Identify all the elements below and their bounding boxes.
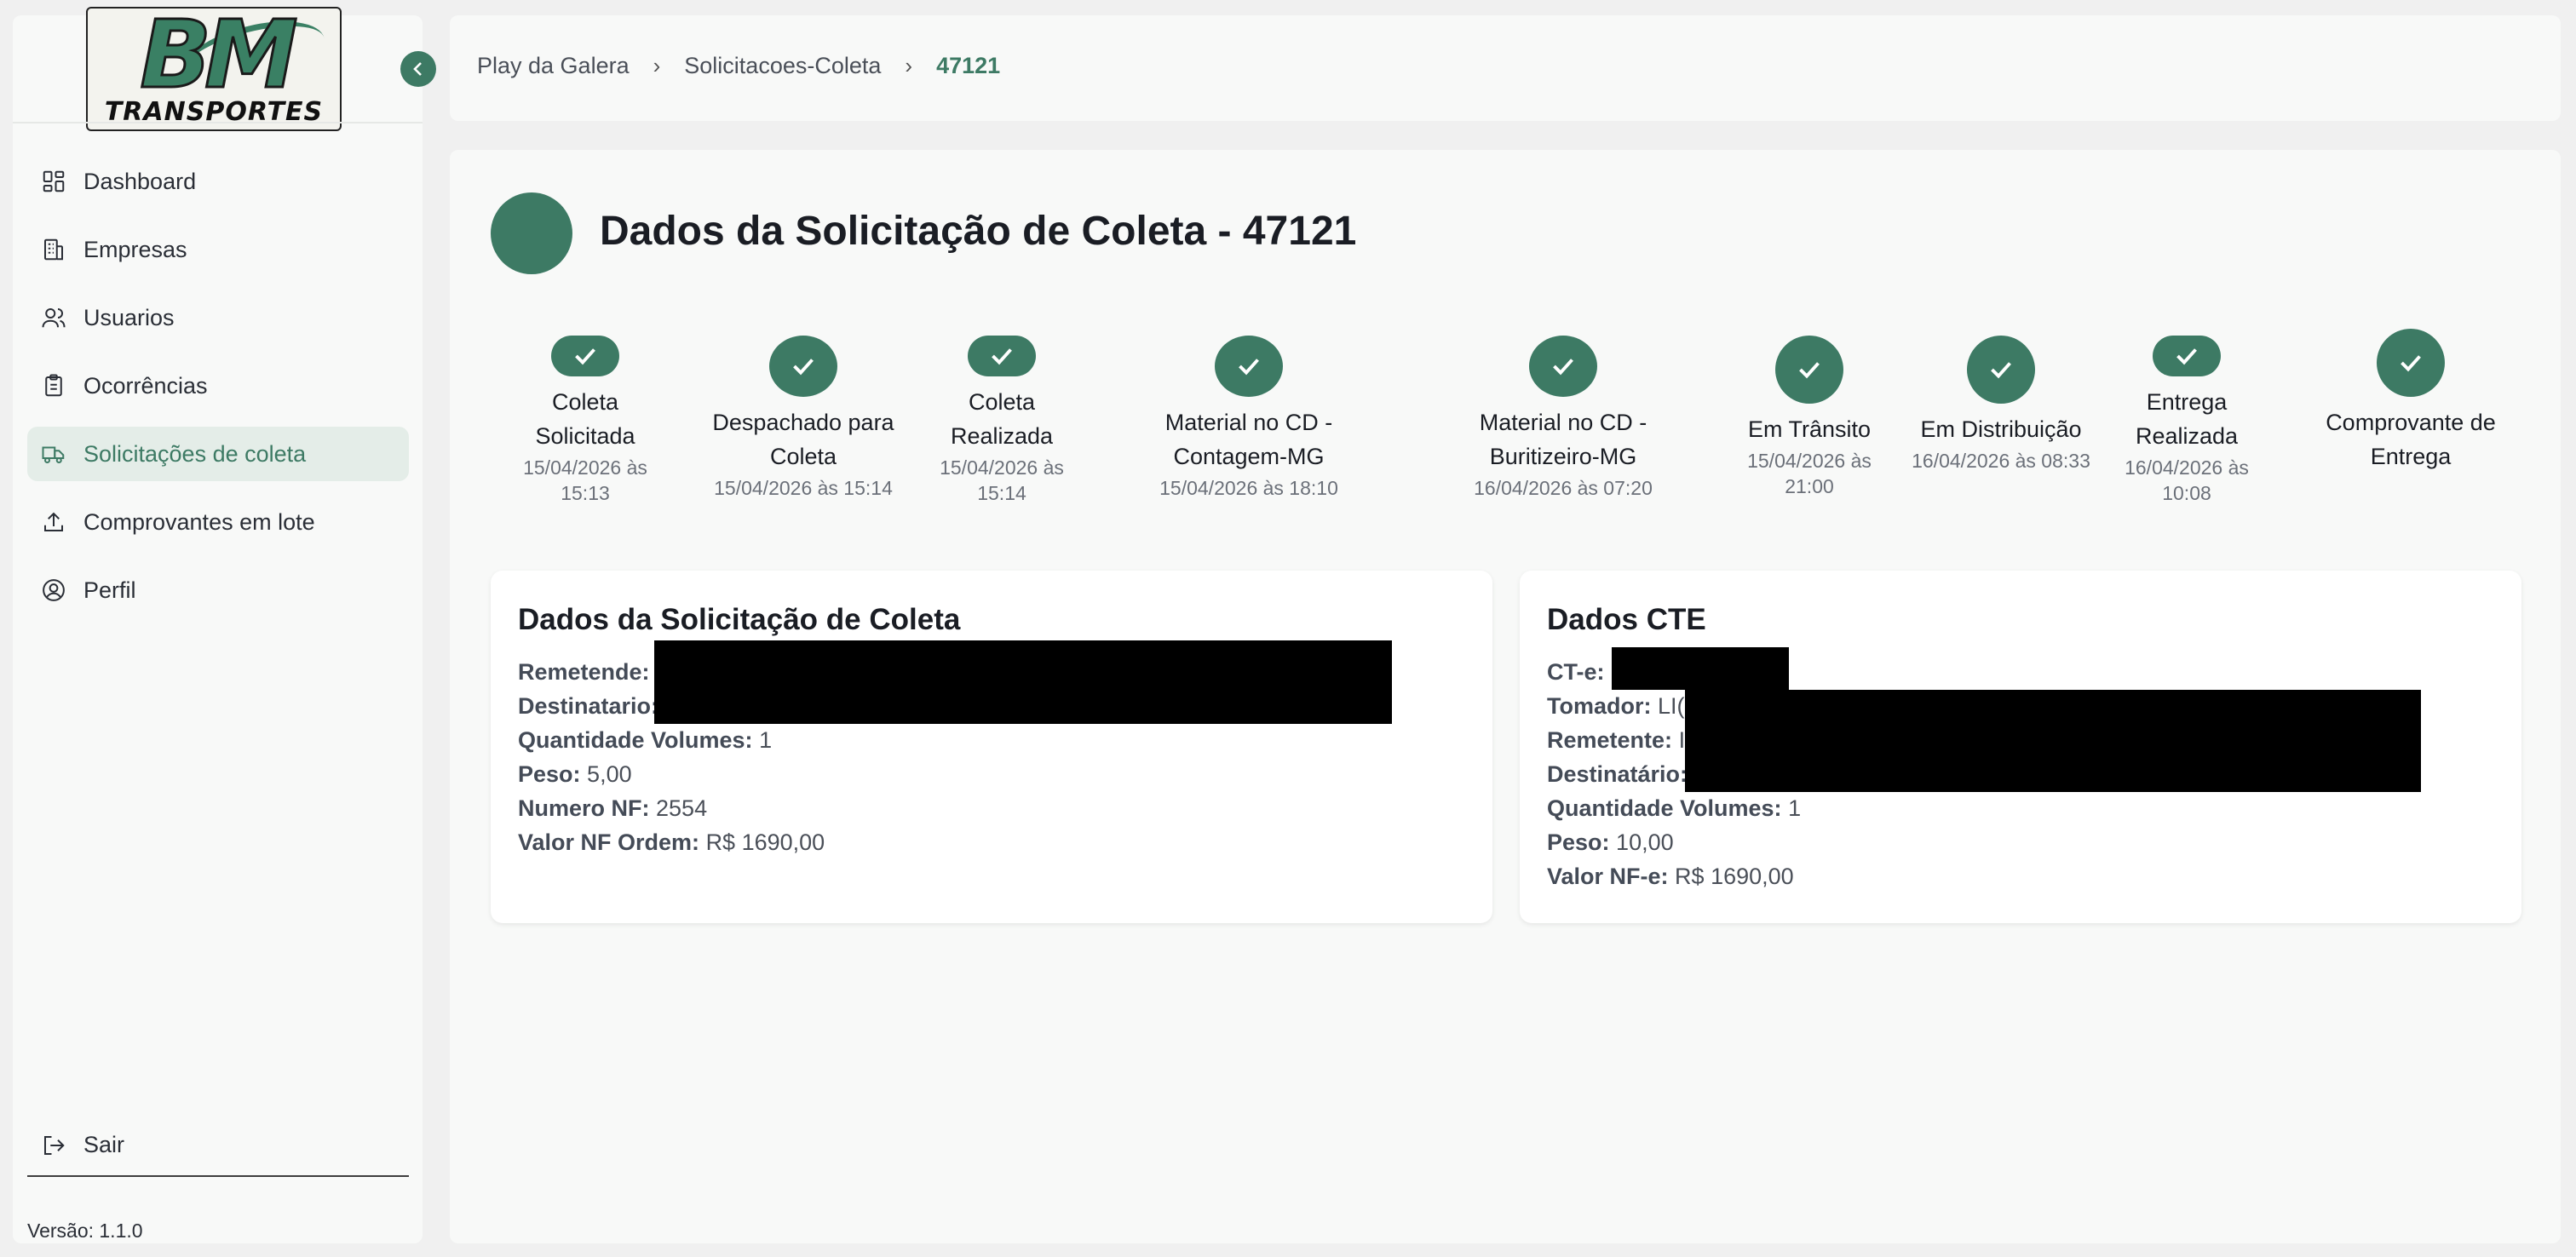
logout-label: Sair <box>83 1132 125 1157</box>
sidebar-divider <box>13 122 423 123</box>
collapse-sidebar-button[interactable] <box>400 51 436 87</box>
timeline-step-despachado: Despachado para Coleta 15/04/2026 às 15:… <box>697 336 910 501</box>
field-peso: Peso: 10,00 <box>1547 829 1674 855</box>
sidebar-item-label: Comprovantes em lote <box>83 508 315 535</box>
timeline-step-label: Comprovante de Entrega <box>2326 410 2496 469</box>
user-circle-icon <box>41 577 66 603</box>
timeline-step-date: 15/04/2026 às 15:14 <box>940 456 1064 504</box>
sidebar-item-empresas[interactable]: Empresas <box>27 222 409 277</box>
timeline-step-date: 16/04/2026 às 08:33 <box>1912 450 2090 472</box>
field-quantidade-volumes: Quantidade Volumes: 1 <box>518 727 773 753</box>
field-remetente: Remetende: <box>518 659 650 685</box>
field-destinatario: Destinatario: <box>518 693 659 719</box>
sidebar-item-perfil[interactable]: Perfil <box>27 563 409 617</box>
timeline-step-date: 15/04/2026 às 21:00 <box>1747 450 1872 497</box>
field-remetente: Remetente: I <box>1547 727 1686 753</box>
timeline-step-label: Entrega Realizada <box>2135 389 2239 449</box>
company-logo: BM TRANSPORTES <box>86 7 342 131</box>
app-version: Versão: 1.1.0 <box>27 1220 143 1242</box>
check-icon <box>769 336 837 397</box>
field-valor-nf-ordem: Valor NF Ordem: R$ 1690,00 <box>518 829 825 855</box>
sidebar-item-label: Dashboard <box>83 168 197 194</box>
truck-icon <box>41 441 66 467</box>
field-cte: CT-e: <box>1547 659 1605 685</box>
timeline-step-coleta-realizada: Coleta Realizada 15/04/2026 às 15:14 <box>929 336 1074 506</box>
sidebar-item-label: Empresas <box>83 236 187 262</box>
logout-icon <box>41 1133 66 1158</box>
breadcrumb: Play da Galera › Solicitacoes-Coleta › 4… <box>477 53 1000 79</box>
dashboard-icon <box>41 169 66 194</box>
sidebar: BM TRANSPORTES Dashboard Empresas Usuari… <box>13 7 423 1243</box>
chevron-left-icon <box>413 62 422 76</box>
timeline-step-date: 15/04/2026 às 15:14 <box>714 477 893 499</box>
sidebar-item-label: Ocorrências <box>83 372 208 399</box>
app-window: BM TRANSPORTES Dashboard Empresas Usuari… <box>0 0 2576 1257</box>
breadcrumb-item-home[interactable]: Play da Galera <box>477 53 630 79</box>
field-destinatario: Destinatário: <box>1547 761 1688 787</box>
sidebar-item-ocorrencias[interactable]: Ocorrências <box>27 359 409 413</box>
breadcrumb-item-solicitacoes[interactable]: Solicitacoes-Coleta <box>684 53 881 79</box>
users-icon <box>41 305 66 330</box>
sidebar-nav: Dashboard Empresas Usuarios Ocorrências <box>27 154 409 631</box>
logo-bm: BM <box>139 7 299 109</box>
redaction-block <box>654 640 1392 724</box>
sidebar-item-label: Usuarios <box>83 304 175 330</box>
timeline-step-date: 15/04/2026 às 18:10 <box>1159 477 1338 499</box>
timeline-step-material-cd-buritizeiro: Material no CD - Buritizeiro-MG 16/04/20… <box>1452 336 1674 501</box>
sidebar-item-dashboard[interactable]: Dashboard <box>27 154 409 209</box>
sidebar-item-label: Solicitações de coleta <box>83 440 307 467</box>
timeline-step-date: 16/04/2026 às 10:08 <box>2125 456 2249 504</box>
check-icon <box>1529 336 1597 397</box>
chevron-right-icon: › <box>905 53 913 78</box>
check-icon <box>1967 336 2035 404</box>
timeline-step-coleta-solicitada: Coleta Solicitada 15/04/2026 às 15:13 <box>509 336 662 506</box>
card-title: Dados da Solicitação de Coleta <box>518 603 961 636</box>
check-icon <box>2153 336 2221 376</box>
sidebar-item-solicitacoes-de-coleta[interactable]: Solicitações de coleta <box>27 427 409 481</box>
check-icon <box>2377 329 2445 397</box>
main-panel: Dados da Solicitação de Coleta - 47121 C… <box>450 150 2561 1243</box>
field-valor-nf-e: Valor NF-e: R$ 1690,00 <box>1547 864 1794 889</box>
timeline-step-label: Em Distribuição <box>1920 416 2082 442</box>
sidebar-item-usuarios[interactable]: Usuarios <box>27 290 409 345</box>
sidebar-item-comprovantes-em-lote[interactable]: Comprovantes em lote <box>27 495 409 549</box>
clipboard-icon <box>41 373 66 399</box>
cte-card: Dados CTE CT-e: Tomador: LI( Remetente: … <box>1520 571 2521 923</box>
timeline-step-material-cd-contagem: Material no CD - Contagem-MG 15/04/2026 … <box>1142 336 1355 501</box>
field-numero-nf: Numero NF: 2554 <box>518 795 708 821</box>
chevron-right-icon: › <box>653 53 661 78</box>
card-title: Dados CTE <box>1547 603 1706 636</box>
timeline-step-em-distribuicao: Em Distribuição 16/04/2026 às 08:33 <box>1912 336 2090 474</box>
check-icon <box>968 336 1036 376</box>
top-bar: Play da Galera › Solicitacoes-Coleta › 4… <box>450 15 2561 121</box>
sidebar-item-label: Perfil <box>83 577 136 603</box>
page-title: Dados da Solicitação de Coleta - 47121 <box>600 209 1357 254</box>
sidebar-footer-divider <box>27 1175 409 1177</box>
timeline-step-label: Material no CD - Buritizeiro-MG <box>1479 410 1647 469</box>
upload-icon <box>41 509 66 535</box>
redaction-block <box>1612 647 1789 690</box>
timeline-step-date: 16/04/2026 às 07:20 <box>1474 477 1653 499</box>
field-tomador: Tomador: LI( <box>1547 693 1685 719</box>
timeline-step-date: 15/04/2026 às 15:13 <box>523 456 647 504</box>
field-quantidade-volumes: Quantidade Volumes: 1 <box>1547 795 1802 821</box>
title-status-dot <box>491 192 572 274</box>
check-icon <box>551 336 619 376</box>
timeline-step-label: Despachado para Coleta <box>712 410 894 469</box>
breadcrumb-current: 47121 <box>936 53 1001 78</box>
timeline-step-em-transito: Em Trânsito 15/04/2026 às 21:00 <box>1737 336 1882 499</box>
check-icon <box>1215 336 1283 397</box>
timeline-step-label: Coleta Realizada <box>950 389 1054 449</box>
timeline-step-label: Em Trânsito <box>1747 416 1872 442</box>
check-icon <box>1775 336 1843 404</box>
building-icon <box>41 237 66 262</box>
field-peso: Peso: 5,00 <box>518 761 632 787</box>
timeline-step-label: Material no CD - Contagem-MG <box>1164 410 1333 469</box>
logout-button[interactable]: Sair <box>41 1132 124 1158</box>
redaction-block <box>1685 690 2421 792</box>
timeline-step-label: Coleta Solicitada <box>535 389 635 449</box>
timeline-step-entrega-realizada: Entrega Realizada 16/04/2026 às 10:08 <box>2114 336 2259 506</box>
solicitacao-card: Dados da Solicitação de Coleta Remetende… <box>491 571 1492 923</box>
timeline-step-comprovante-de-entrega: Comprovante de Entrega <box>2309 329 2513 474</box>
